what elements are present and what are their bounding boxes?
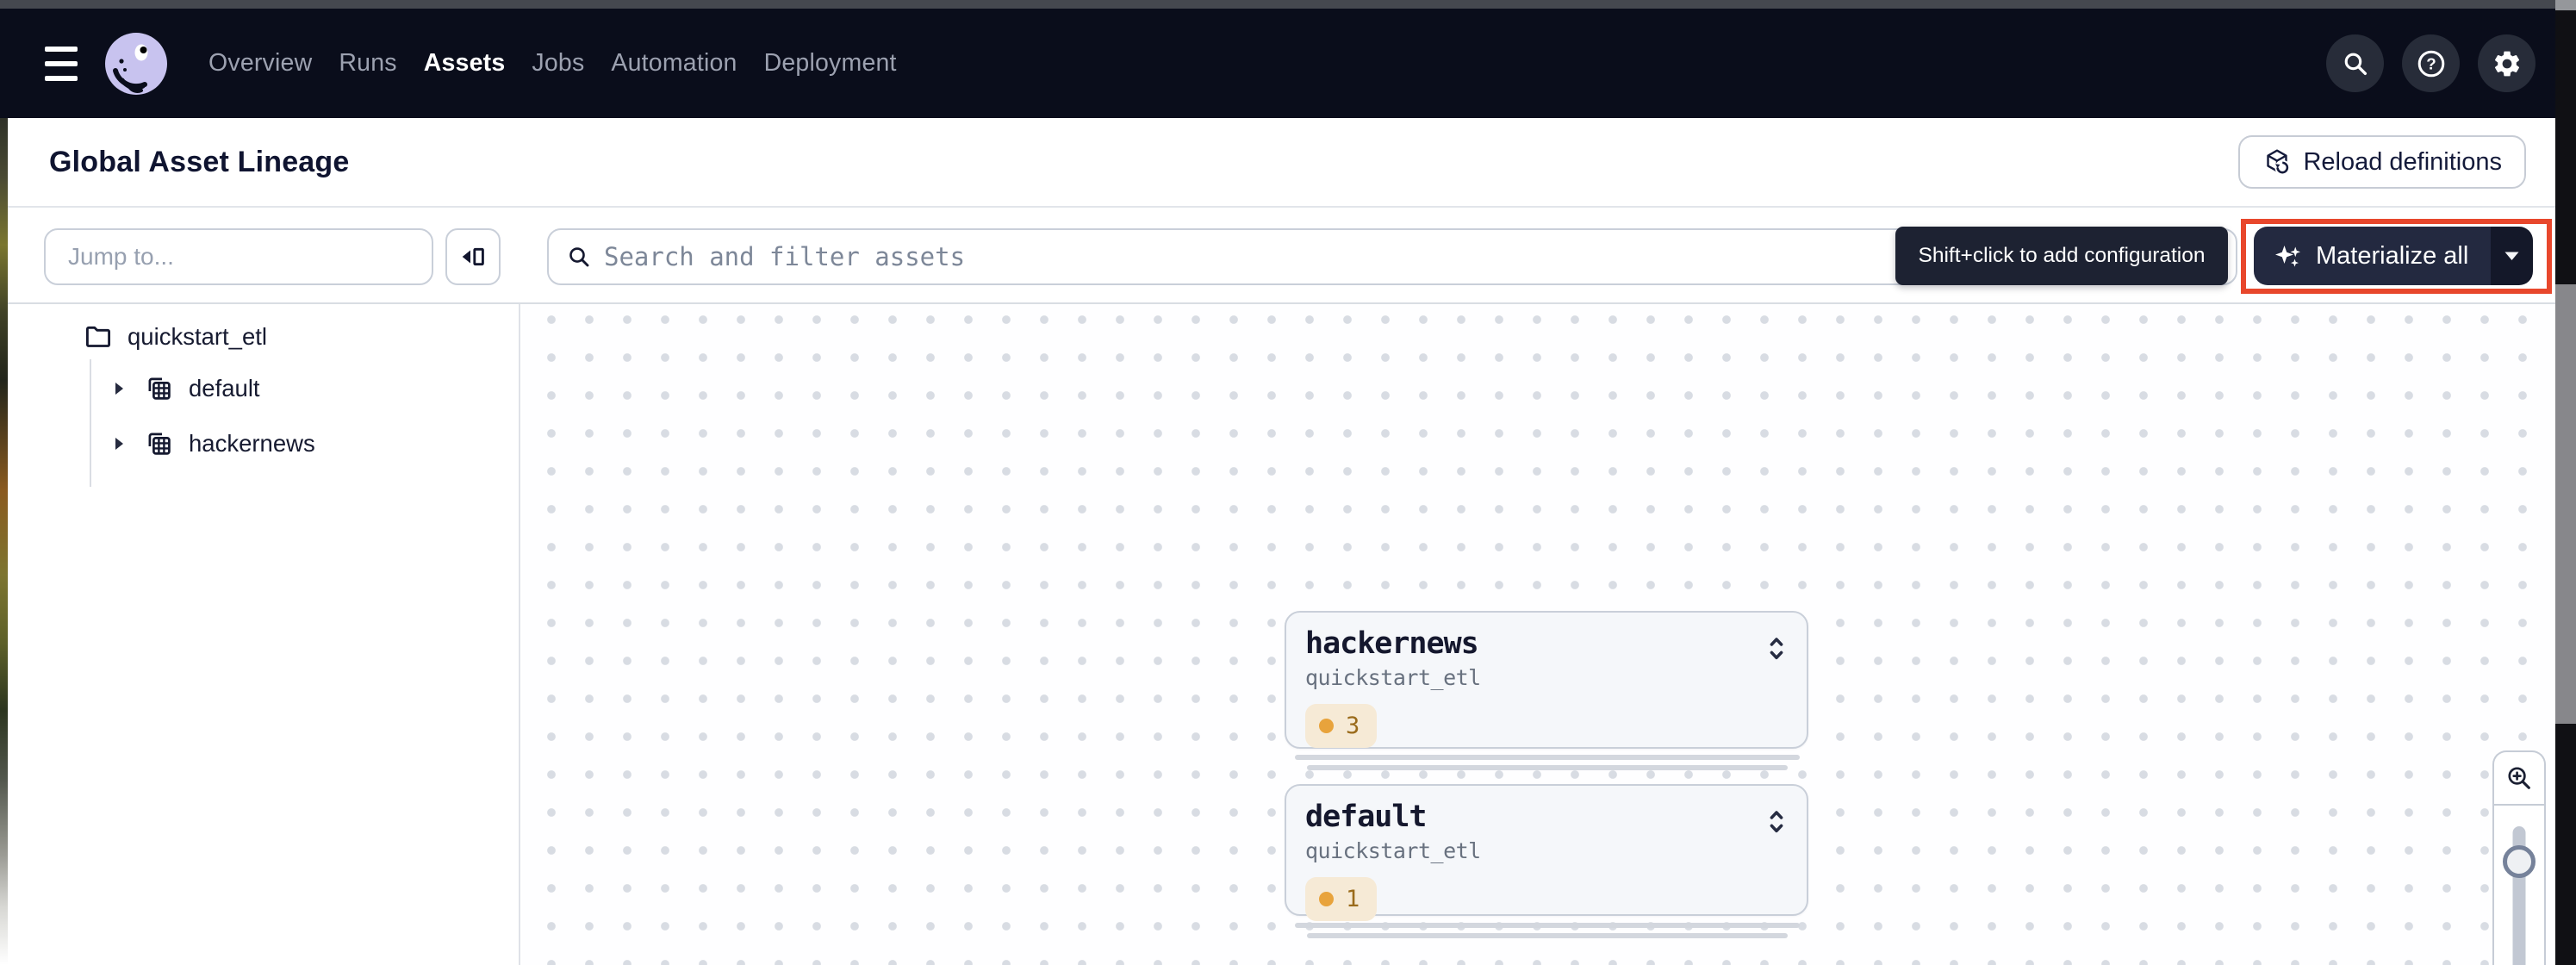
- asset-group-icon: [144, 373, 175, 404]
- materialize-all-button[interactable]: Materialize all: [2254, 227, 2491, 285]
- materialize-dropdown-button[interactable]: [2491, 227, 2533, 285]
- tree-guide-line: [90, 359, 91, 487]
- search-icon: [566, 244, 592, 270]
- screen-edge-strip: [2555, 0, 2576, 965]
- asset-count: 1: [1346, 886, 1360, 912]
- help-icon: ?: [2416, 48, 2447, 79]
- asset-group-icon: [144, 428, 175, 459]
- materialize-all-button-group: Materialize all: [2254, 227, 2533, 285]
- status-dot: [1319, 892, 1334, 906]
- window-chrome-strip: [0, 0, 2576, 9]
- page-title: Global Asset Lineage: [49, 146, 350, 179]
- lineage-toolbar: Shift+click to add configuration Materia…: [0, 208, 2555, 304]
- gear-icon: [2492, 48, 2523, 79]
- stack-line: [1307, 933, 1788, 938]
- asset-group-node-hackernews[interactable]: hackernews quickstart_etl 3: [1285, 611, 1808, 749]
- nav-item-runs[interactable]: Runs: [339, 49, 396, 78]
- settings-button[interactable]: [2478, 34, 2536, 92]
- stack-line: [1295, 755, 1800, 760]
- dagster-app: Overview Runs Assets Jobs Automation Dep…: [0, 0, 2576, 965]
- nav-item-automation[interactable]: Automation: [611, 49, 737, 78]
- tree-item-label: default: [189, 375, 260, 402]
- hamburger-menu-icon[interactable]: [45, 47, 78, 81]
- zoom-control: [2492, 750, 2546, 965]
- top-navbar: Overview Runs Assets Jobs Automation Dep…: [0, 9, 2576, 118]
- jump-to-input[interactable]: [44, 228, 433, 285]
- asset-tree-sidebar: quickstart_etl default hackernew: [0, 304, 520, 965]
- reload-definitions-icon: [2262, 147, 2292, 177]
- reload-definitions-button[interactable]: Reload definitions: [2238, 135, 2526, 189]
- scrollbar-cap: [2555, 0, 2576, 10]
- tree-item-default[interactable]: default: [114, 364, 260, 413]
- page-header: Global Asset Lineage Reload definitions: [0, 118, 2555, 208]
- tree-group-quickstart-etl[interactable]: quickstart_etl: [83, 314, 267, 359]
- stack-line: [1295, 923, 1800, 928]
- scrollbar-thumb[interactable]: [2555, 284, 2576, 724]
- nav-item-overview[interactable]: Overview: [208, 49, 312, 78]
- node-subtitle: quickstart_etl: [1305, 665, 1788, 690]
- expand-collapse-icon[interactable]: [1764, 805, 1789, 839]
- materialize-tooltip-text: Shift+click to add configuration: [1919, 244, 2206, 268]
- caret-right-icon[interactable]: [114, 381, 125, 396]
- tree-item-hackernews[interactable]: hackernews: [114, 420, 315, 468]
- node-title: default: [1305, 800, 1788, 834]
- svg-text:?: ?: [2426, 54, 2436, 72]
- nav-item-jobs[interactable]: Jobs: [532, 49, 584, 78]
- search-icon: [2341, 49, 2370, 78]
- status-dot: [1319, 719, 1334, 733]
- dagster-logo-icon[interactable]: [103, 31, 169, 96]
- search-button[interactable]: [2326, 34, 2384, 92]
- nav-item-deployment[interactable]: Deployment: [764, 49, 897, 78]
- reload-definitions-label: Reload definitions: [2303, 148, 2502, 177]
- help-button[interactable]: ?: [2402, 34, 2460, 92]
- tree-item-label: hackernews: [189, 430, 315, 458]
- nav-item-assets[interactable]: Assets: [424, 49, 506, 78]
- primary-nav: Overview Runs Assets Jobs Automation Dep…: [208, 49, 897, 78]
- asset-count-badge: 1: [1305, 877, 1377, 921]
- zoom-slider-handle[interactable]: [2503, 845, 2536, 878]
- tree-group-label: quickstart_etl: [128, 323, 267, 351]
- asset-count: 3: [1346, 713, 1360, 739]
- node-title: hackernews: [1305, 626, 1788, 661]
- sparkles-icon: [2273, 240, 2304, 271]
- desktop-background-sliver: [0, 118, 8, 965]
- asset-group-node-default[interactable]: default quickstart_etl 1: [1285, 784, 1808, 916]
- node-subtitle: quickstart_etl: [1305, 838, 1788, 863]
- asset-count-badge: 3: [1305, 704, 1377, 748]
- expand-collapse-icon[interactable]: [1764, 632, 1789, 666]
- stack-line: [1307, 765, 1788, 770]
- caret-right-icon[interactable]: [114, 436, 125, 451]
- zoom-in-button[interactable]: [2494, 752, 2544, 806]
- materialize-tooltip: Shift+click to add configuration: [1895, 227, 2228, 285]
- materialize-all-label: Materialize all: [2316, 242, 2468, 271]
- collapse-panel-icon: [457, 241, 488, 272]
- collapse-sidebar-button[interactable]: [445, 228, 501, 285]
- zoom-in-icon: [2504, 763, 2534, 793]
- lineage-canvas[interactable]: hackernews quickstart_etl 3 default quic…: [522, 304, 2555, 965]
- folder-icon: [83, 321, 114, 352]
- chevron-down-icon: [2504, 252, 2519, 261]
